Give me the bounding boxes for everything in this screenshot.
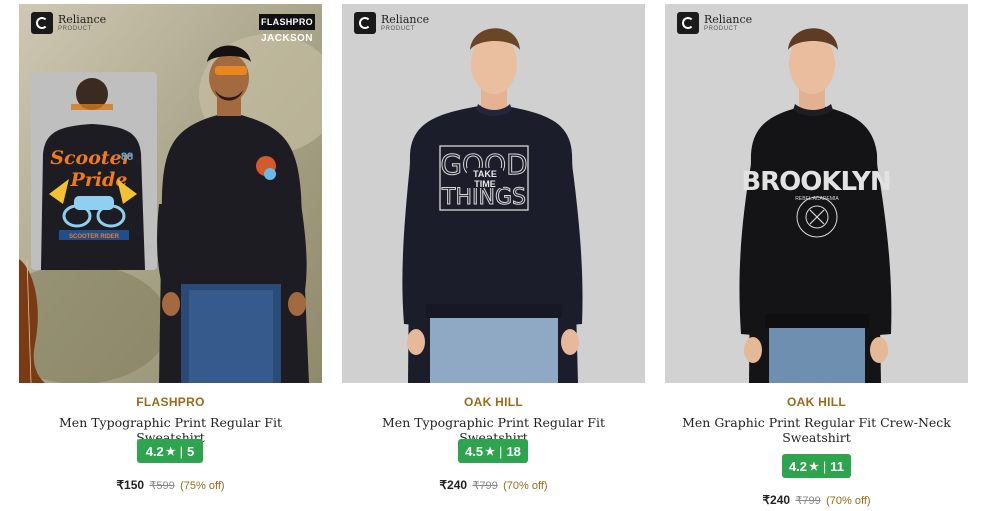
- discount-label: (75% off): [180, 480, 225, 492]
- rating-badge: 4.2 ★ | 5: [137, 439, 203, 463]
- rating-badge: 4.5 ★ | 18: [458, 439, 528, 463]
- rating-value: 4.2: [788, 458, 808, 474]
- reliance-product-logo: Reliance PRODUCT: [677, 12, 752, 34]
- product-image[interactable]: Scooter Pride 88 SCOOTER RIDER Reliance …: [19, 4, 322, 383]
- reliance-product-logo: Reliance PRODUCT: [31, 12, 106, 34]
- print1-line2: Pride: [70, 169, 128, 191]
- print1-num: 88: [121, 151, 133, 163]
- price-row: ₹150 ₹599 (75% off): [19, 478, 322, 492]
- print2-inner2: TIME: [474, 179, 496, 189]
- product-image[interactable]: BROOKLYN REBEL ACADEMIA Reliance PRODUCT: [665, 4, 968, 383]
- original-price: ₹799: [472, 480, 498, 492]
- rating-badge: 4.2 ★ | 11: [782, 454, 851, 478]
- discount-label: (70% off): [503, 480, 548, 492]
- flashpro-badge: FLASHPRO JACKSON: [259, 14, 315, 44]
- star-icon: ★: [165, 445, 176, 458]
- product-brand[interactable]: FLASHPRO: [19, 395, 322, 409]
- original-price: ₹599: [149, 480, 175, 492]
- star-icon: ★: [809, 460, 819, 473]
- product-card[interactable]: BROOKLYN REBEL ACADEMIA Reliance PRODUCT…: [665, 4, 968, 509]
- product-title[interactable]: Men Graphic Print Regular Fit Crew-Neck …: [665, 415, 968, 445]
- flashpro-badge-brand: FLASHPRO: [259, 14, 315, 30]
- reliance-logo-icon: [677, 12, 699, 34]
- reliance-logo-icon: [31, 12, 53, 34]
- product-card[interactable]: GOOD THINGS TAKE TIME Reliance PRODUCT O…: [342, 4, 645, 509]
- rating-value: 4.2: [145, 443, 164, 459]
- flashpro-badge-model: JACKSON: [261, 33, 313, 44]
- price-row: ₹240 ₹799 (70% off): [342, 478, 645, 492]
- reliance-product-logo: Reliance PRODUCT: [354, 12, 429, 34]
- selling-price: ₹150: [116, 478, 145, 492]
- product-card[interactable]: Scooter Pride 88 SCOOTER RIDER Reliance …: [19, 4, 322, 509]
- star-icon: ★: [485, 445, 496, 458]
- print3-main: BROOKLYN: [741, 167, 890, 197]
- discount-label: (70% off): [826, 495, 871, 507]
- product-image[interactable]: GOOD THINGS TAKE TIME Reliance PRODUCT: [342, 4, 645, 383]
- reliance-logo-subtext: PRODUCT: [381, 26, 415, 32]
- print2-inner1: TAKE: [473, 169, 497, 179]
- rating-count: 18: [506, 443, 521, 459]
- selling-price: ₹240: [439, 478, 468, 492]
- reliance-logo-text: Reliance: [704, 13, 753, 26]
- print1-banner: SCOOTER RIDER: [69, 234, 120, 240]
- print3-sub: REBEL ACADEMIA: [795, 196, 839, 202]
- selling-price: ₹240: [762, 493, 791, 507]
- rating-value: 4.5: [465, 443, 484, 459]
- product-brand[interactable]: OAK HILL: [342, 395, 645, 409]
- rating-count: 11: [830, 458, 845, 474]
- reliance-logo-text: Reliance: [58, 13, 107, 26]
- product-brand[interactable]: OAK HILL: [665, 395, 968, 409]
- reliance-logo-subtext: PRODUCT: [704, 26, 738, 32]
- product-grid: Scooter Pride 88 SCOOTER RIDER Reliance …: [19, 4, 969, 509]
- price-row: ₹240 ₹799 (70% off): [665, 493, 968, 507]
- reliance-logo-text: Reliance: [381, 13, 430, 26]
- reliance-logo-subtext: PRODUCT: [58, 26, 92, 32]
- reliance-logo-icon: [354, 12, 376, 34]
- original-price: ₹799: [795, 495, 821, 507]
- rating-count: 5: [187, 443, 195, 459]
